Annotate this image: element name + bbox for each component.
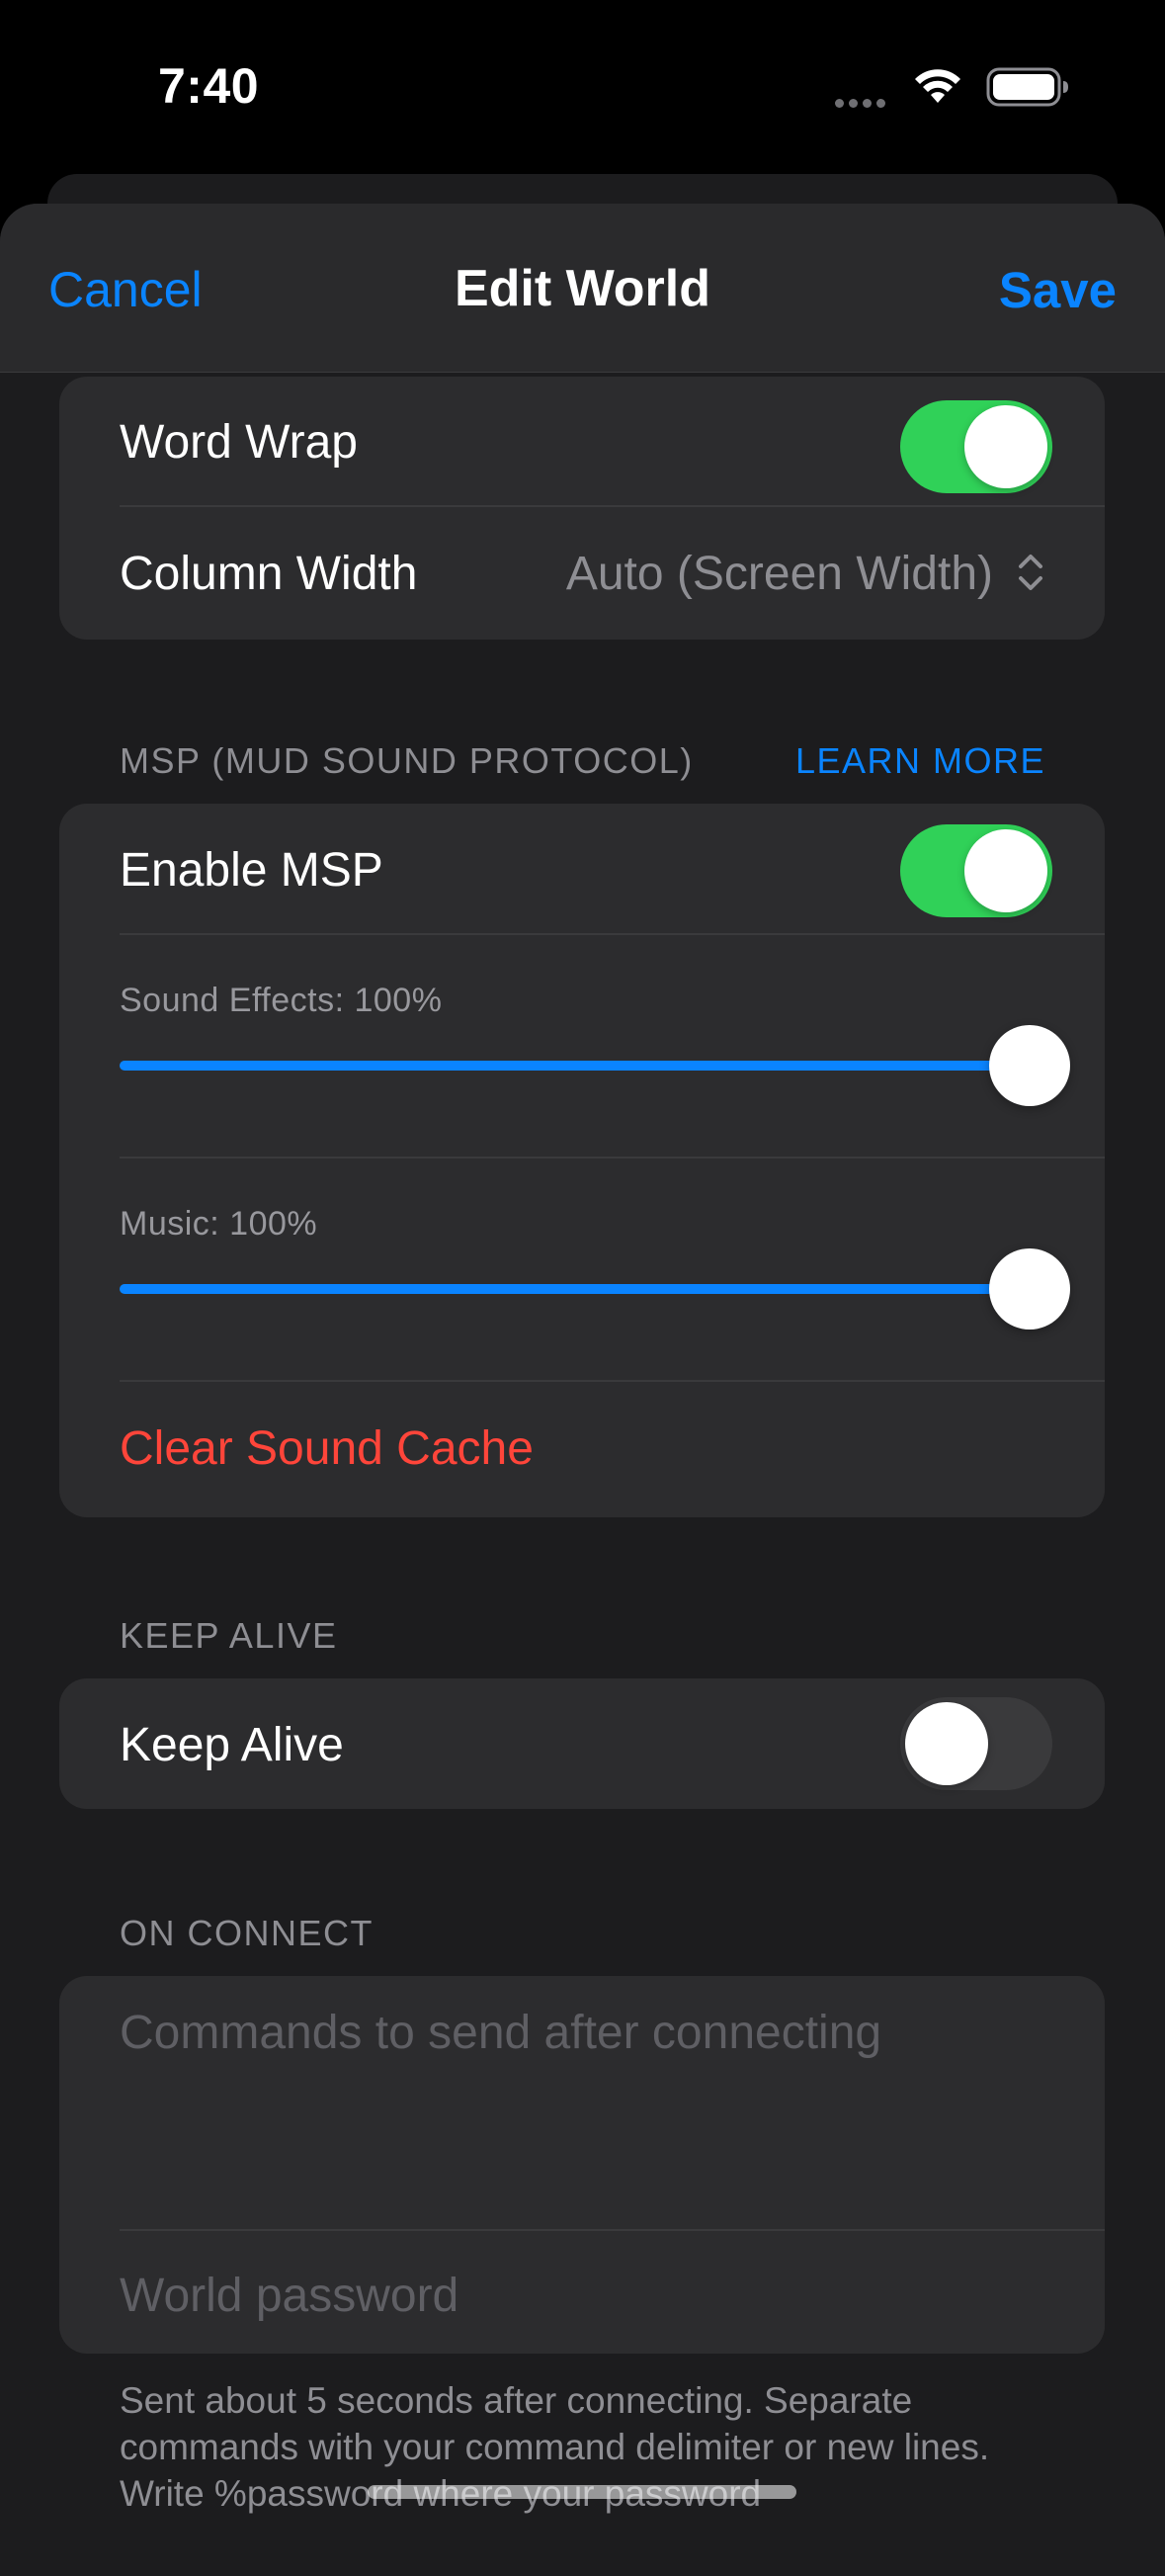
toggle-knob bbox=[964, 405, 1047, 488]
commands-field[interactable]: Commands to send after connecting bbox=[59, 1976, 1105, 2231]
enable-msp-row: Enable MSP bbox=[59, 804, 1105, 935]
sound-effects-row: Sound Effects: 100% bbox=[59, 935, 1105, 1159]
on-connect-section-header: ON CONNECT bbox=[120, 1913, 374, 1953]
commands-placeholder: Commands to send after connecting bbox=[120, 2007, 882, 2059]
status-bar: 7:40 bbox=[0, 0, 1165, 178]
keep-alive-row: Keep Alive bbox=[59, 1678, 1105, 1809]
save-button[interactable]: Save bbox=[999, 261, 1117, 319]
toggle-knob bbox=[964, 829, 1047, 912]
home-indicator bbox=[368, 2485, 796, 2499]
music-slider-thumb[interactable] bbox=[989, 1248, 1070, 1330]
page-title: Edit World bbox=[454, 260, 710, 317]
chevron-up-down-icon bbox=[1019, 555, 1042, 590]
sound-effects-slider-thumb[interactable] bbox=[989, 1025, 1070, 1106]
sound-effects-caption: Sound Effects: 100% bbox=[120, 982, 443, 1019]
status-time: 7:40 bbox=[158, 58, 260, 114]
keep-alive-section-header: KEEP ALIVE bbox=[120, 1615, 338, 1656]
wifi-icon bbox=[915, 69, 960, 103]
navigation-bar: Cancel Edit World Save bbox=[0, 204, 1165, 373]
enable-msp-label: Enable MSP bbox=[120, 844, 383, 897]
world-password-field[interactable]: World password bbox=[59, 2231, 1105, 2354]
learn-more-link[interactable]: LEARN MORE bbox=[795, 740, 1045, 782]
keep-alive-group: Keep Alive bbox=[59, 1678, 1105, 1809]
word-wrap-row: Word Wrap bbox=[59, 377, 1105, 507]
display-group: Word Wrap Column Width Auto (Screen Widt… bbox=[59, 377, 1105, 640]
column-width-value[interactable]: Auto (Screen Width) bbox=[566, 547, 993, 601]
music-caption: Music: 100% bbox=[120, 1205, 318, 1243]
toggle-knob bbox=[905, 1702, 988, 1785]
clear-sound-cache-button[interactable]: Clear Sound Cache bbox=[120, 1421, 534, 1476]
column-width-row[interactable]: Column Width Auto (Screen Width) bbox=[59, 507, 1105, 640]
cellular-signal-icon bbox=[835, 95, 890, 113]
keep-alive-toggle[interactable] bbox=[900, 1697, 1052, 1790]
enable-msp-toggle[interactable] bbox=[900, 824, 1052, 917]
clear-sound-cache-row[interactable]: Clear Sound Cache bbox=[59, 1382, 1105, 1517]
on-connect-group: Commands to send after connecting World … bbox=[59, 1976, 1105, 2354]
keep-alive-label: Keep Alive bbox=[120, 1719, 344, 1771]
column-width-label: Column Width bbox=[120, 548, 418, 600]
sound-effects-slider-track[interactable] bbox=[120, 1061, 1058, 1071]
msp-section-header: MSP (MUD SOUND PROTOCOL) bbox=[120, 740, 694, 781]
msp-group: Enable MSP Sound Effects: 100% Music: 10… bbox=[59, 804, 1105, 1517]
music-row: Music: 100% bbox=[59, 1159, 1105, 1382]
word-wrap-toggle[interactable] bbox=[900, 400, 1052, 493]
music-slider-track[interactable] bbox=[120, 1284, 1058, 1294]
word-wrap-label: Word Wrap bbox=[120, 416, 358, 469]
battery-icon bbox=[986, 67, 1068, 107]
world-password-placeholder: World password bbox=[120, 2270, 459, 2322]
edit-world-sheet: Cancel Edit World Save Word Wrap Column … bbox=[0, 204, 1165, 2576]
